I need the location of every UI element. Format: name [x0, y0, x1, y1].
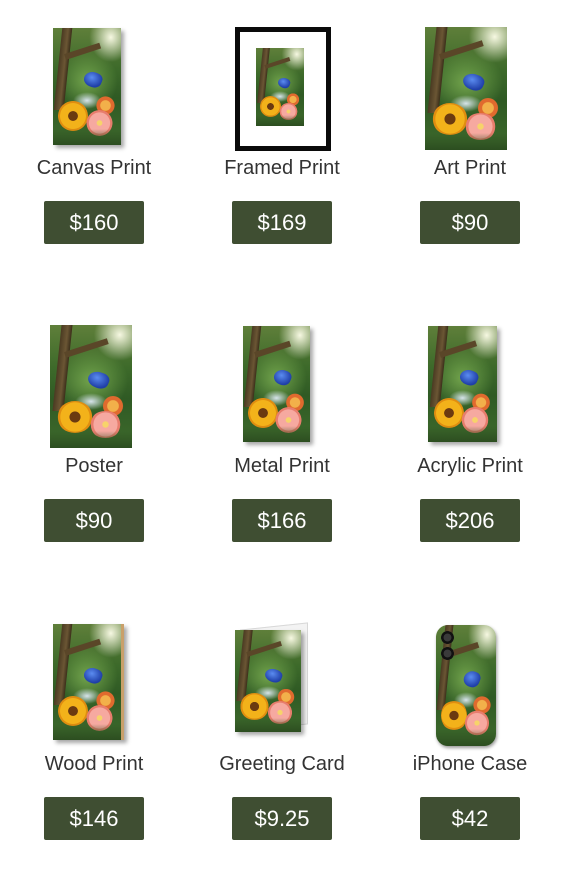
- greeting-card-thumbnail[interactable]: [188, 618, 376, 748]
- price-button[interactable]: $42: [420, 797, 520, 840]
- product-framed-print[interactable]: Framed Print $169: [188, 0, 376, 298]
- product-metal-print[interactable]: Metal Print $166: [188, 298, 376, 596]
- product-grid: Canvas Print $160 Framed Print $169 Art …: [0, 0, 564, 882]
- product-label[interactable]: Canvas Print: [0, 156, 188, 180]
- metal-print-artwork: [243, 326, 310, 442]
- product-greeting-card[interactable]: Greeting Card $9.25: [188, 596, 376, 894]
- price-button[interactable]: $166: [232, 499, 332, 542]
- canvas-print-artwork: [53, 28, 121, 145]
- art-print-thumbnail[interactable]: [376, 22, 564, 152]
- product-wood-print[interactable]: Wood Print $146: [0, 596, 188, 894]
- camera-lens-icon: [441, 647, 454, 660]
- poster-artwork: [50, 325, 132, 448]
- wood-print-thumbnail[interactable]: [0, 618, 188, 748]
- camera-lens-icon: [441, 631, 454, 644]
- price-button[interactable]: $146: [44, 797, 144, 840]
- canvas-print-thumbnail[interactable]: [0, 22, 188, 152]
- acrylic-print-artwork: [428, 326, 497, 442]
- framed-print-thumbnail[interactable]: [188, 22, 376, 152]
- product-label[interactable]: Art Print: [376, 156, 564, 180]
- product-art-print[interactable]: Art Print $90: [376, 0, 564, 298]
- greeting-card-artwork: [235, 630, 301, 732]
- product-poster[interactable]: Poster $90: [0, 298, 188, 596]
- framed-print-artwork: [256, 48, 304, 126]
- price-button[interactable]: $169: [232, 201, 332, 244]
- product-label[interactable]: Wood Print: [0, 752, 188, 776]
- acrylic-print-thumbnail[interactable]: [376, 320, 564, 450]
- price-button[interactable]: $206: [420, 499, 520, 542]
- wood-print-artwork: [53, 624, 124, 740]
- product-label[interactable]: Framed Print: [188, 156, 376, 180]
- product-label[interactable]: Greeting Card: [188, 752, 376, 776]
- product-iphone-case[interactable]: iPhone Case $42: [376, 596, 564, 894]
- iphone-case-thumbnail[interactable]: [376, 618, 564, 748]
- product-label[interactable]: iPhone Case: [376, 752, 564, 776]
- product-acrylic-print[interactable]: Acrylic Print $206: [376, 298, 564, 596]
- product-canvas-print[interactable]: Canvas Print $160: [0, 0, 188, 298]
- picture-frame: [235, 27, 331, 151]
- product-label[interactable]: Acrylic Print: [376, 454, 564, 478]
- art-print-artwork: [425, 27, 507, 150]
- price-button[interactable]: $90: [420, 201, 520, 244]
- product-label[interactable]: Poster: [0, 454, 188, 478]
- price-button[interactable]: $90: [44, 499, 144, 542]
- product-label[interactable]: Metal Print: [188, 454, 376, 478]
- price-button[interactable]: $9.25: [232, 797, 332, 840]
- poster-thumbnail[interactable]: [0, 320, 188, 450]
- price-button[interactable]: $160: [44, 201, 144, 244]
- metal-print-thumbnail[interactable]: [188, 320, 376, 450]
- iphone-case-artwork: [436, 625, 496, 746]
